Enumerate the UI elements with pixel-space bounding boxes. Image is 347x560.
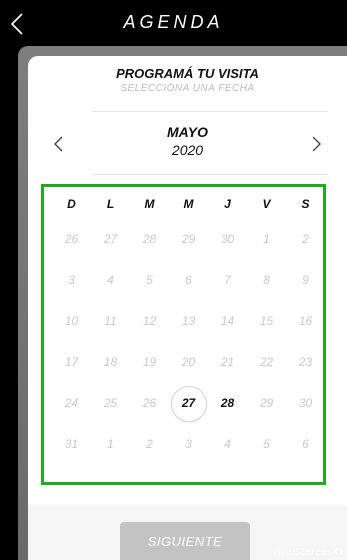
weekday-label: J [224, 197, 231, 211]
calendar-day: 27 [103, 231, 118, 246]
calendar-day: 22 [259, 354, 274, 369]
calendar-day: 13 [181, 313, 196, 328]
calendar-day: 15 [259, 313, 274, 328]
weekday-label: L [106, 197, 115, 211]
calendar-week-row: 10 11 12 13 14 15 16 [52, 300, 327, 341]
calendar-day: 4 [107, 272, 114, 287]
calendar-day: 29 [259, 395, 274, 410]
calendar-week-row: 24 25 26 27 28 29 30 [52, 382, 327, 423]
calendar-day: 3 [68, 272, 75, 287]
calendar-week-row: 31 1 2 3 4 5 6 [52, 423, 327, 464]
weekday-header-row: DLMMJVS [52, 190, 327, 218]
calendar-day: 17 [64, 354, 79, 369]
calendar-day-selected[interactable]: 27 [169, 385, 208, 422]
chevron-right-icon [312, 136, 321, 152]
calendar-day: 9 [302, 272, 309, 287]
year-label: 2020 [171, 142, 204, 158]
calendar-day: 30 [298, 395, 313, 410]
calendar-day: 19 [142, 354, 157, 369]
calendar-day: 5 [263, 436, 270, 451]
calendar-day: 23 [298, 354, 313, 369]
next-button[interactable]: SIGUIENTE [120, 522, 250, 560]
card-subtitle: SELECCIONA UNA FECHA [120, 83, 255, 94]
calendar-day: 28 [142, 231, 157, 246]
calendar-day: 4 [224, 436, 231, 451]
calendar-week-row: 26 27 28 29 30 1 2 [52, 218, 327, 259]
calendar-day: 20 [181, 354, 196, 369]
divider [92, 111, 328, 112]
page-title: AGENDA [123, 12, 224, 32]
calendar-day: 14 [220, 313, 235, 328]
calendar-week-row: 3 4 5 6 7 8 9 [52, 259, 327, 300]
top-bar: AGENDA [0, 0, 347, 46]
calendar-day: 29 [181, 231, 196, 246]
weekday-label: M [183, 197, 194, 211]
calendar-day: 6 [185, 272, 192, 287]
calendar-day: 25 [103, 395, 118, 410]
calendar-grid: DLMMJVS 26 27 28 29 30 1 2 3 4 5 6 7 8 9 10 11 12 13 14 15 1… [52, 190, 327, 464]
calendar-day: 6 [302, 436, 309, 451]
calendar-day: 7 [224, 272, 231, 287]
calendar-day: 5 [146, 272, 153, 287]
calendar-day: 21 [220, 354, 235, 369]
calendar-day: 26 [142, 395, 157, 410]
calendar-day: 12 [142, 313, 157, 328]
calendar-week-row: 17 18 19 20 21 22 23 [52, 341, 327, 382]
calendar-day: 2 [302, 231, 309, 246]
calendar-day: 1 [263, 231, 270, 246]
weekday-label: S [301, 197, 310, 211]
calendar-day: 31 [64, 436, 79, 451]
calendar-day: 26 [64, 231, 79, 246]
calendar-day: 16 [298, 313, 313, 328]
calendar-day: 11 [104, 313, 117, 328]
next-month-button[interactable] [306, 132, 326, 156]
calendar-day: 1 [107, 436, 114, 451]
calendar-day[interactable]: 28 [208, 386, 247, 420]
calendar-day: 2 [146, 436, 153, 451]
month-label: MAYO [167, 124, 208, 140]
divider [92, 174, 328, 175]
watermark: @jalStereesKk [272, 547, 345, 558]
calendar-day: 8 [263, 272, 270, 287]
calendar-day: 18 [103, 354, 118, 369]
calendar-day: 24 [64, 395, 79, 410]
calendar-day: 30 [220, 231, 235, 246]
calendar-day: 3 [185, 436, 192, 451]
weekday-label: M [144, 197, 155, 211]
card-title: PROGRAMÁ TU VISITA [116, 66, 259, 81]
weekday-label: V [262, 197, 271, 211]
weekday-label: D [67, 197, 76, 211]
calendar-day: 10 [64, 313, 79, 328]
